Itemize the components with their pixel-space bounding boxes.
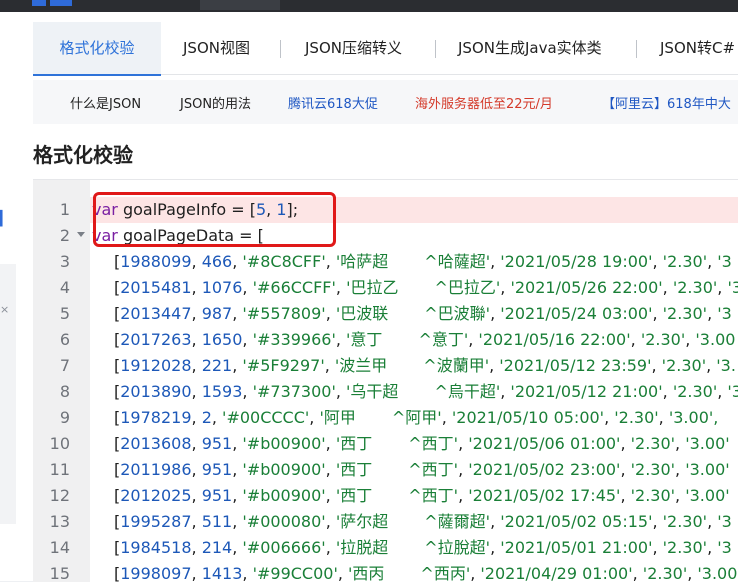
code-text[interactable]: [2011986, 951, '#b00900', '西丁 ^西丁', '2021… [114,457,730,483]
line-number: 2 [59,226,70,245]
link-json-usage[interactable]: JSON的用法 [180,93,251,112]
code-text[interactable]: [1984518, 214, '#006666', '拉脱超 ^拉脫超', '20… [114,535,732,561]
code-text[interactable]: [1988099, 466, '#8C8CFF', '哈萨超 ^哈薩超', '20… [114,249,732,275]
line-number: 5 [59,304,70,323]
code-line[interactable]: 7 [1912028, 221, '#5F9297', '波兰甲 ^波蘭甲', '2… [33,353,738,379]
line-number: 9 [59,408,70,427]
code-text[interactable]: [2013608, 951, '#b00900', '西丁 ^西丁', '2021… [114,431,730,457]
main-panel: 格式化校验 JSON视图 JSON压缩转义 JSON生成Java实体类 JSON… [16,12,738,582]
code-text[interactable]: [2012025, 951, '#b00900', '西丁 ^西丁', '2021… [114,483,730,509]
tab-json-to-java[interactable]: JSON生成Java实体类 [458,22,602,74]
line-number: 7 [59,356,70,375]
tool-tabs: 格式化校验 JSON视图 JSON压缩转义 JSON生成Java实体类 JSON… [33,22,738,76]
code-line[interactable]: 12 [2012025, 951, '#b00900', '西丁 ^西丁', '20… [33,483,738,509]
fold-arrow-icon[interactable] [77,232,85,237]
logo-icon [32,0,46,6]
line-number: 1 [59,200,70,219]
code-text[interactable]: [1912028, 221, '#5F9297', '波兰甲 ^波蘭甲', '20… [114,353,736,379]
tab-format-validate[interactable]: 格式化校验 [33,22,161,76]
code-line[interactable]: 14 [1984518, 214, '#006666', '拉脱超 ^拉脫超', '… [33,535,738,561]
left-sidebar-strip: ▎ × [0,12,16,581]
line-number: 4 [59,278,70,297]
code-line[interactable]: 10 [2013608, 951, '#b00900', '西丁 ^西丁', '20… [33,431,738,457]
code-line[interactable]: 8 [2013890, 1593, '#737300', '乌干超 ^烏干超', '… [33,379,738,405]
tab-divider [280,40,281,58]
code-text[interactable]: [2017263, 1650, '#339966', '意丁 ^意丁', '202… [114,327,735,353]
code-line[interactable]: 15 [1998097, 1413, '#99CC00', '西丙 ^西丙', '2… [33,561,738,582]
code-line[interactable]: 13 [1995287, 511, '#000080', '萨尔超 ^薩爾超', '… [33,509,738,535]
tab-divider [435,40,436,58]
line-number: 11 [49,460,70,479]
highlight-annotation-box [93,192,336,247]
line-number: 13 [49,512,70,531]
link-bar: 什么是JSON JSON的用法 腾讯云618大促 海外服务器低至22元/月 【阿… [33,80,738,124]
code-line[interactable]: 5 [2013447, 987, '#557809', '巴波联 ^巴波聯', '2… [33,301,738,327]
code-line[interactable]: 6 [2017263, 1650, '#339966', '意丁 ^意丁', '20… [33,327,738,353]
line-number: 10 [49,434,70,453]
line-number: 8 [59,382,70,401]
logo-wordmark [50,0,72,6]
code-text[interactable]: [2013890, 1593, '#737300', '乌干超 ^烏干超', '2… [114,379,738,405]
code-line[interactable]: 11 [2011986, 951, '#b00900', '西丁 ^西丁', '20… [33,457,738,483]
tab-json-compress[interactable]: JSON压缩转义 [305,22,402,74]
link-overseas-server-promo[interactable]: 海外服务器低至22元/月 [415,93,553,112]
window-top-bar [0,0,738,12]
line-number: 12 [49,486,70,505]
top-bar-block [200,0,280,10]
code-line[interactable]: 4 [2015481, 1076, '#66CCFF', '巴拉乙 ^巴拉乙', '… [33,275,738,301]
line-number: 15 [49,564,70,582]
sidebar-edge-icon: ▎ [0,211,11,227]
link-aliyun-promo[interactable]: 【阿里云】618年中大 [602,93,731,112]
tab-json-to-csharp[interactable]: JSON转C# [660,22,735,74]
code-text[interactable]: [2013447, 987, '#557809', '巴波联 ^巴波聯', '20… [114,301,732,327]
code-line[interactable]: 9 [1978219, 2, '#00CCCC', '阿甲 ^阿甲', '2021/… [33,405,738,431]
code-line[interactable]: 3 [1988099, 466, '#8C8CFF', '哈萨超 ^哈薩超', '2… [33,249,738,275]
tab-divider [636,40,637,58]
line-number: 6 [59,330,70,349]
line-number: 3 [59,252,70,271]
link-what-is-json[interactable]: 什么是JSON [70,93,141,112]
page-title: 格式化校验 [33,143,133,167]
code-text[interactable]: [1995287, 511, '#000080', '萨尔超 ^薩爾超', '20… [114,509,732,535]
line-number: 14 [49,538,70,557]
code-text[interactable]: [1978219, 2, '#00CCCC', '阿甲 ^阿甲', '2021/0… [114,405,718,431]
code-text[interactable]: [1998097, 1413, '#99CC00', '西丙 ^西丙', '202… [114,561,737,582]
tab-json-view[interactable]: JSON视图 [183,22,250,74]
code-text[interactable]: [2015481, 1076, '#66CCFF', '巴拉乙 ^巴拉乙', '2… [114,275,738,301]
link-tencent-cloud-promo[interactable]: 腾讯云618大促 [288,93,378,112]
close-icon[interactable]: × [0,303,9,316]
